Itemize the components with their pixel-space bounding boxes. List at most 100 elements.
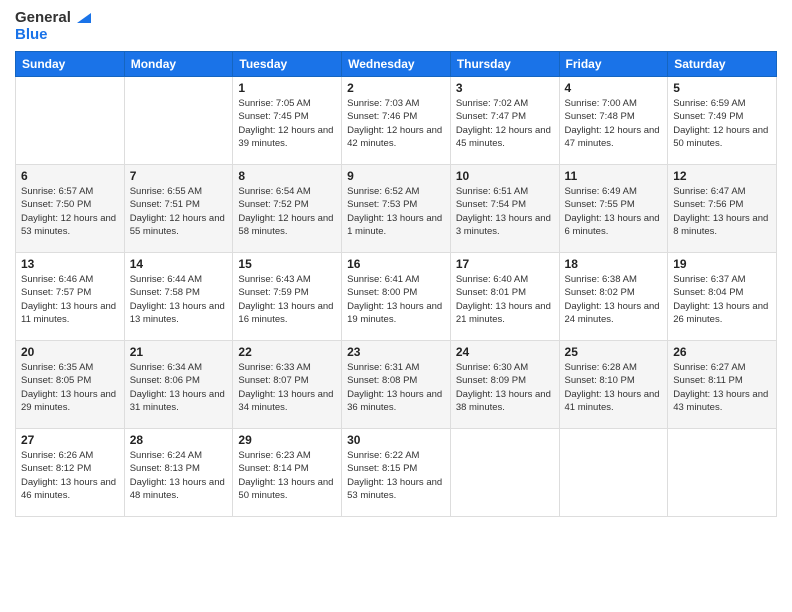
day-number: 14 (130, 257, 228, 271)
cal-cell-r0c6: 5Sunrise: 6:59 AM Sunset: 7:49 PM Daylig… (668, 77, 777, 165)
cell-info: Sunrise: 6:35 AM Sunset: 8:05 PM Dayligh… (21, 361, 119, 414)
day-number: 11 (565, 169, 663, 183)
calendar-row-1: 6 Sunrise: 6:57 AM Sunset: 7:50 PM Daylig… (16, 165, 777, 253)
cal-cell-r4c2: 29 Sunrise: 6:23 AM Sunset: 8:14 PM Dayli… (233, 429, 342, 517)
cal-cell-r4c3: 30 Sunrise: 6:22 AM Sunset: 8:15 PM Dayli… (342, 429, 451, 517)
cal-cell-r4c5 (559, 429, 668, 517)
cell-info: Sunrise: 6:40 AM Sunset: 8:01 PM Dayligh… (456, 273, 554, 326)
weekday-header-monday: Monday (124, 52, 233, 77)
day-number: 4 (565, 81, 663, 95)
day-number: 27 (21, 433, 119, 447)
cal-cell-r2c4: 17Sunrise: 6:40 AM Sunset: 8:01 PM Dayli… (450, 253, 559, 341)
cal-cell-r3c0: 20 Sunrise: 6:35 AM Sunset: 8:05 PM Dayli… (16, 341, 125, 429)
day-number: 18 (565, 257, 663, 271)
day-number: 10 (456, 169, 554, 183)
cal-cell-r0c0 (16, 77, 125, 165)
cell-info: Sunrise: 6:26 AM Sunset: 8:12 PM Dayligh… (21, 449, 119, 502)
cell-info: Sunrise: 6:30 AM Sunset: 8:09 PM Dayligh… (456, 361, 554, 414)
cal-cell-r1c5: 11Sunrise: 6:49 AM Sunset: 7:55 PM Dayli… (559, 165, 668, 253)
day-number: 13 (21, 257, 119, 271)
cell-info: Sunrise: 6:37 AM Sunset: 8:04 PM Dayligh… (673, 273, 771, 326)
weekday-header-friday: Friday (559, 52, 668, 77)
weekday-header-sunday: Sunday (16, 52, 125, 77)
cell-info: Sunrise: 6:57 AM Sunset: 7:50 PM Dayligh… (21, 185, 119, 238)
cell-info: Sunrise: 6:55 AM Sunset: 7:51 PM Dayligh… (130, 185, 228, 238)
cal-cell-r3c5: 25 Sunrise: 6:28 AM Sunset: 8:10 PM Dayli… (559, 341, 668, 429)
cal-cell-r2c5: 18 Sunrise: 6:38 AM Sunset: 8:02 PM Dayli… (559, 253, 668, 341)
day-number: 12 (673, 169, 771, 183)
day-number: 8 (238, 169, 336, 183)
weekday-header-row: SundayMondayTuesdayWednesdayThursdayFrid… (16, 52, 777, 77)
weekday-header-thursday: Thursday (450, 52, 559, 77)
calendar-page: General Blue SundayMondayTuesdayWednesda… (0, 0, 792, 612)
day-number: 29 (238, 433, 336, 447)
cal-cell-r2c0: 13 Sunrise: 6:46 AM Sunset: 7:57 PM Dayli… (16, 253, 125, 341)
cal-cell-r2c2: 15 Sunrise: 6:43 AM Sunset: 7:59 PM Dayli… (233, 253, 342, 341)
cal-cell-r4c4 (450, 429, 559, 517)
day-number: 28 (130, 433, 228, 447)
cell-info: Sunrise: 6:33 AM Sunset: 8:07 PM Dayligh… (238, 361, 336, 414)
header: General Blue (15, 10, 777, 43)
calendar-table: SundayMondayTuesdayWednesdayThursdayFrid… (15, 51, 777, 517)
cal-cell-r1c0: 6 Sunrise: 6:57 AM Sunset: 7:50 PM Daylig… (16, 165, 125, 253)
cal-cell-r0c5: 4Sunrise: 7:00 AM Sunset: 7:48 PM Daylig… (559, 77, 668, 165)
cell-info: Sunrise: 6:46 AM Sunset: 7:57 PM Dayligh… (21, 273, 119, 326)
day-number: 15 (238, 257, 336, 271)
day-number: 5 (673, 81, 771, 95)
cal-cell-r2c6: 19 Sunrise: 6:37 AM Sunset: 8:04 PM Dayli… (668, 253, 777, 341)
day-number: 25 (565, 345, 663, 359)
day-number: 22 (238, 345, 336, 359)
cell-info: Sunrise: 6:34 AM Sunset: 8:06 PM Dayligh… (130, 361, 228, 414)
cell-info: Sunrise: 6:54 AM Sunset: 7:52 PM Dayligh… (238, 185, 336, 238)
cal-cell-r0c1 (124, 77, 233, 165)
day-number: 6 (21, 169, 119, 183)
cell-info: Sunrise: 6:44 AM Sunset: 7:58 PM Dayligh… (130, 273, 228, 326)
cell-info: Sunrise: 6:47 AM Sunset: 7:56 PM Dayligh… (673, 185, 771, 238)
logo-triangle-icon (77, 13, 91, 23)
cal-cell-r0c3: 2 Sunrise: 7:03 AM Sunset: 7:46 PM Daylig… (342, 77, 451, 165)
cell-info: Sunrise: 6:22 AM Sunset: 8:15 PM Dayligh… (347, 449, 445, 502)
logo: General Blue (15, 10, 91, 43)
day-number: 24 (456, 345, 554, 359)
cal-cell-r3c3: 23 Sunrise: 6:31 AM Sunset: 8:08 PM Dayli… (342, 341, 451, 429)
day-number: 1 (238, 81, 336, 95)
cal-cell-r4c6 (668, 429, 777, 517)
cell-info: Sunrise: 6:28 AM Sunset: 8:10 PM Dayligh… (565, 361, 663, 414)
calendar-row-2: 13 Sunrise: 6:46 AM Sunset: 7:57 PM Dayli… (16, 253, 777, 341)
day-number: 9 (347, 169, 445, 183)
cell-info: Sunrise: 6:23 AM Sunset: 8:14 PM Dayligh… (238, 449, 336, 502)
day-number: 26 (673, 345, 771, 359)
weekday-header-wednesday: Wednesday (342, 52, 451, 77)
cell-info: Sunrise: 6:31 AM Sunset: 8:08 PM Dayligh… (347, 361, 445, 414)
cal-cell-r2c3: 16Sunrise: 6:41 AM Sunset: 8:00 PM Dayli… (342, 253, 451, 341)
cal-cell-r3c6: 26 Sunrise: 6:27 AM Sunset: 8:11 PM Dayli… (668, 341, 777, 429)
cell-info: Sunrise: 6:38 AM Sunset: 8:02 PM Dayligh… (565, 273, 663, 326)
cal-cell-r3c2: 22 Sunrise: 6:33 AM Sunset: 8:07 PM Dayli… (233, 341, 342, 429)
day-number: 30 (347, 433, 445, 447)
cell-info: Sunrise: 7:05 AM Sunset: 7:45 PM Dayligh… (238, 97, 336, 150)
cal-cell-r1c6: 12 Sunrise: 6:47 AM Sunset: 7:56 PM Dayli… (668, 165, 777, 253)
day-number: 23 (347, 345, 445, 359)
cal-cell-r1c1: 7Sunrise: 6:55 AM Sunset: 7:51 PM Daylig… (124, 165, 233, 253)
day-number: 2 (347, 81, 445, 95)
cal-cell-r1c3: 9Sunrise: 6:52 AM Sunset: 7:53 PM Daylig… (342, 165, 451, 253)
weekday-header-saturday: Saturday (668, 52, 777, 77)
day-number: 20 (21, 345, 119, 359)
day-number: 16 (347, 257, 445, 271)
cell-info: Sunrise: 6:27 AM Sunset: 8:11 PM Dayligh… (673, 361, 771, 414)
weekday-header-tuesday: Tuesday (233, 52, 342, 77)
calendar-row-4: 27 Sunrise: 6:26 AM Sunset: 8:12 PM Dayli… (16, 429, 777, 517)
cell-info: Sunrise: 6:51 AM Sunset: 7:54 PM Dayligh… (456, 185, 554, 238)
cell-info: Sunrise: 6:43 AM Sunset: 7:59 PM Dayligh… (238, 273, 336, 326)
cal-cell-r0c2: 1 Sunrise: 7:05 AM Sunset: 7:45 PM Daylig… (233, 77, 342, 165)
cal-cell-r3c4: 24 Sunrise: 6:30 AM Sunset: 8:09 PM Dayli… (450, 341, 559, 429)
cal-cell-r3c1: 21 Sunrise: 6:34 AM Sunset: 8:06 PM Dayli… (124, 341, 233, 429)
day-number: 19 (673, 257, 771, 271)
cell-info: Sunrise: 7:03 AM Sunset: 7:46 PM Dayligh… (347, 97, 445, 150)
day-number: 21 (130, 345, 228, 359)
cell-info: Sunrise: 6:24 AM Sunset: 8:13 PM Dayligh… (130, 449, 228, 502)
logo-text: General Blue (15, 10, 91, 43)
cal-cell-r1c2: 8 Sunrise: 6:54 AM Sunset: 7:52 PM Daylig… (233, 165, 342, 253)
calendar-row-3: 20 Sunrise: 6:35 AM Sunset: 8:05 PM Dayli… (16, 341, 777, 429)
cal-cell-r1c4: 10 Sunrise: 6:51 AM Sunset: 7:54 PM Dayli… (450, 165, 559, 253)
